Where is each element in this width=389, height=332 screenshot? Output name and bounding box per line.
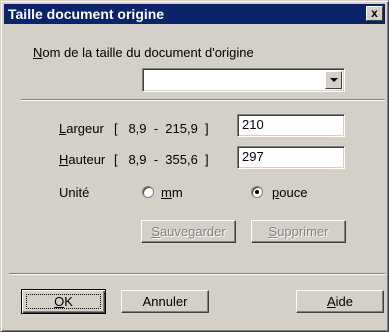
doc-size-label-accel: N <box>33 45 43 60</box>
cancel-button[interactable]: Annuler <box>121 290 209 313</box>
height-range: [ 8,9 - 355,6 ] <box>114 152 209 167</box>
ok-button[interactable]: OK <box>21 289 106 314</box>
chevron-down-icon[interactable] <box>325 71 342 89</box>
unit-label: Unité <box>59 185 90 200</box>
close-icon: x <box>371 6 378 20</box>
dialog-window: Taille document origine x Nom de la tail… <box>0 0 389 332</box>
save-text: auvegarder <box>159 224 226 239</box>
unit-pouce-label[interactable]: pouce <box>272 185 307 200</box>
height-label-accel: H <box>59 152 69 167</box>
width-label-text: argeur <box>66 121 104 136</box>
doc-size-combo-value <box>143 71 147 86</box>
height-input[interactable]: 297 <box>237 146 345 169</box>
unit-pouce-radio[interactable] <box>251 186 263 198</box>
save-accel: S <box>151 224 160 239</box>
help-text: ide <box>335 294 354 309</box>
doc-size-label: Nom de la taille du document d'origine <box>33 45 254 60</box>
delete-text: upprimer <box>277 224 329 239</box>
delete-button[interactable]: Supprimer <box>251 220 346 243</box>
radio-selected-dot <box>255 190 259 194</box>
doc-size-combo[interactable] <box>142 68 345 92</box>
unit-pouce-text: ouce <box>279 185 308 200</box>
width-range: [ 8,9 - 215,9 ] <box>114 121 209 136</box>
delete-accel: S <box>268 224 278 239</box>
help-accel: A <box>326 294 336 309</box>
separator-bottom <box>9 273 385 275</box>
unit-mm-label[interactable]: mm <box>161 185 183 200</box>
help-button[interactable]: Aide <box>296 290 384 313</box>
window-title: Taille document origine <box>8 6 165 22</box>
focus-rect <box>26 294 101 309</box>
unit-mm-text: m <box>171 185 183 200</box>
doc-size-label-text: om de la taille du document d'origine <box>42 45 254 60</box>
width-input[interactable]: 210 <box>237 114 345 137</box>
separator-top <box>21 99 385 101</box>
title-bar: Taille document origine x <box>4 4 385 24</box>
height-label: Hauteur <box>59 152 105 167</box>
save-button[interactable]: Sauvegarder <box>141 220 236 243</box>
unit-mm-accel: m <box>161 185 172 200</box>
height-input-value: 297 <box>242 149 264 164</box>
width-label: Largeur <box>59 121 104 136</box>
close-button[interactable]: x <box>366 6 383 21</box>
height-label-text: auteur <box>68 152 106 167</box>
unit-mm-radio[interactable] <box>142 186 154 198</box>
width-input-value: 210 <box>242 117 264 132</box>
